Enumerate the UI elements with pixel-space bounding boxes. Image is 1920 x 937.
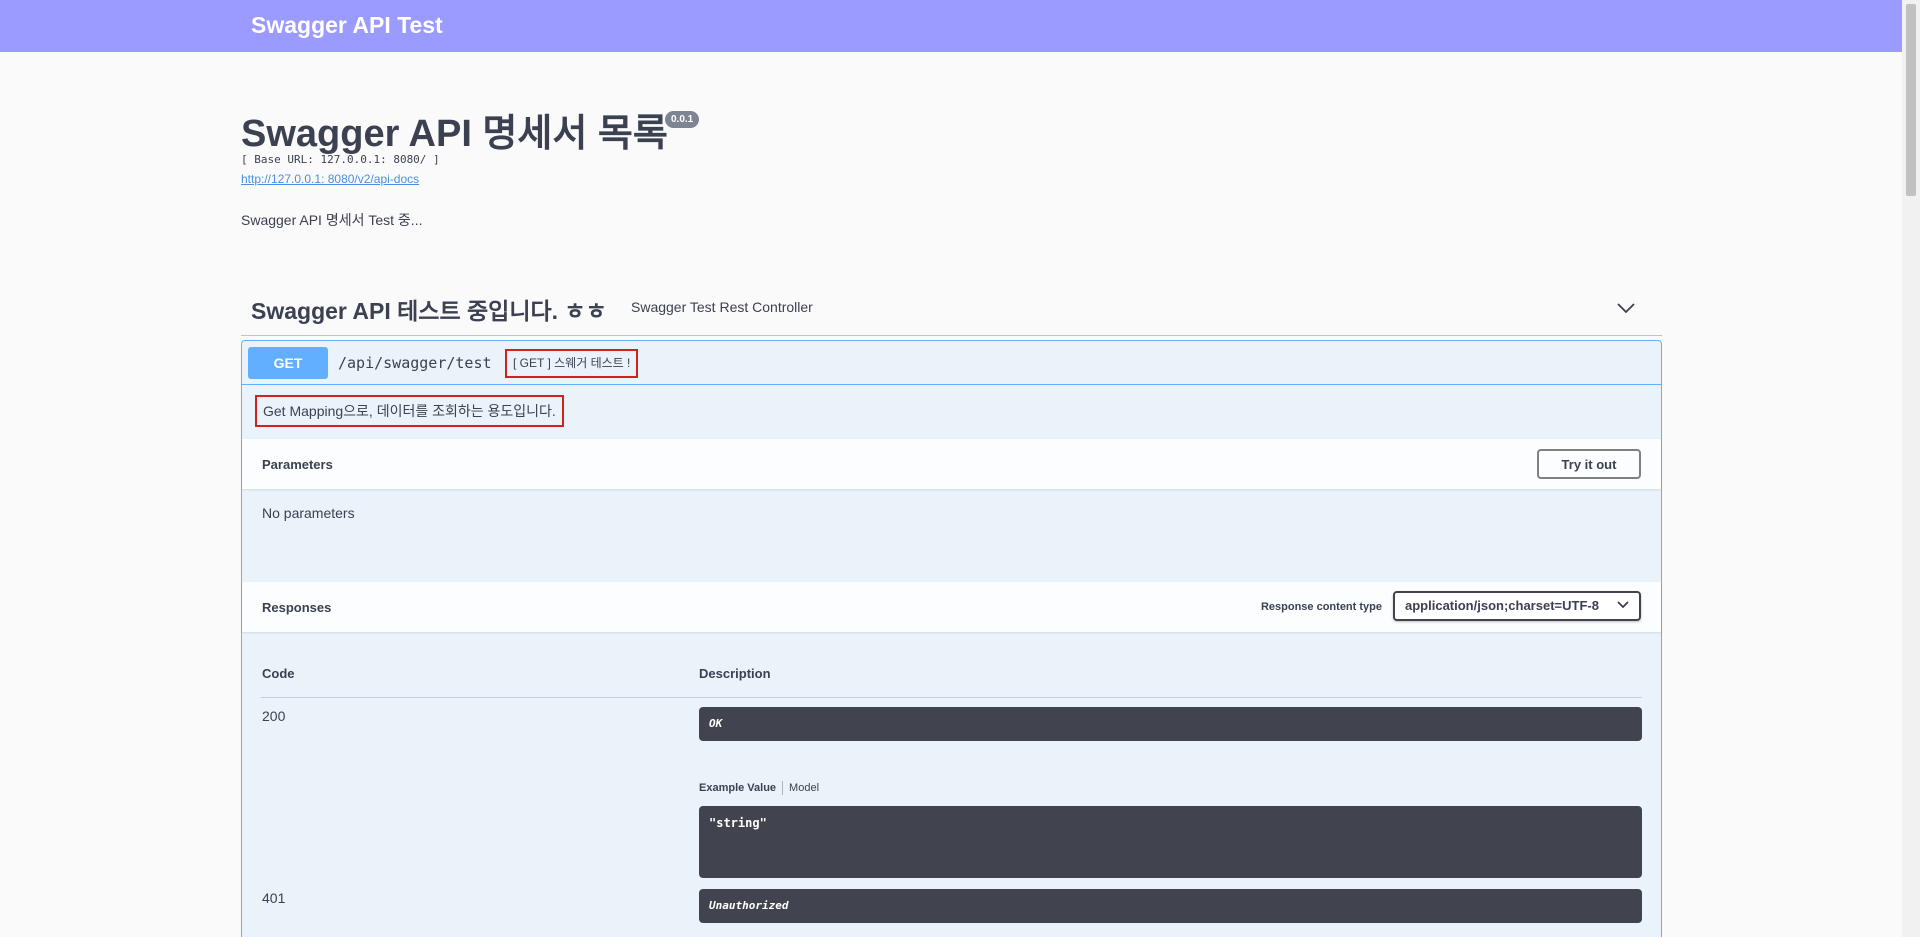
scrollbar-thumb[interactable] bbox=[1906, 4, 1916, 196]
table-divider bbox=[261, 697, 1642, 698]
operation-block: GET /api/swagger/test [ GET ] 스웨거 테스트 ! … bbox=[241, 340, 1662, 937]
tab-divider bbox=[782, 781, 784, 795]
topbar: Swagger API Test bbox=[0, 0, 1902, 52]
method-badge: GET bbox=[248, 347, 328, 379]
example-value-box: "string" bbox=[699, 806, 1642, 878]
tag-name: Swagger API 테스트 중입니다. ㅎㅎ bbox=[251, 298, 607, 324]
tab-model[interactable]: Model bbox=[789, 782, 819, 794]
tag-section-header[interactable]: Swagger API 테스트 중입니다. ㅎㅎ Swagger Test Re… bbox=[241, 284, 1662, 336]
response-content-type-label: Response content type bbox=[1260, 601, 1382, 613]
try-it-out-button[interactable]: Try it out bbox=[1537, 449, 1641, 479]
parameters-title: Parameters bbox=[262, 457, 333, 472]
tag-description: Swagger Test Rest Controller bbox=[631, 299, 813, 315]
response-code: 200 bbox=[262, 708, 286, 724]
responses-header: Responses Response content type applicat… bbox=[242, 582, 1661, 632]
response-content-type-value: application/json;charset=UTF-8 bbox=[1405, 598, 1599, 613]
tab-example-value[interactable]: Example Value bbox=[699, 782, 776, 794]
base-url: [ Base URL: 127.0.0.1: 8080/ ] bbox=[241, 153, 440, 166]
operation-path: /api/swagger/test bbox=[338, 354, 492, 372]
topbar-title[interactable]: Swagger API Test bbox=[251, 12, 443, 39]
chevron-down-icon[interactable] bbox=[1616, 298, 1636, 318]
vertical-scrollbar[interactable] bbox=[1902, 0, 1920, 937]
operation-summary-bar[interactable]: GET /api/swagger/test [ GET ] 스웨거 테스트 ! bbox=[242, 341, 1661, 385]
parameters-header: Parameters Try it out bbox=[242, 439, 1661, 489]
api-description: Swagger API 명세서 Test 중... bbox=[241, 212, 423, 228]
operation-summary: [ GET ] 스웨거 테스트 ! bbox=[505, 349, 639, 378]
operation-description: Get Mapping으로, 데이터를 조회하는 용도입니다. bbox=[255, 395, 564, 427]
response-content-type-select[interactable]: application/json;charset=UTF-8 bbox=[1393, 591, 1641, 621]
response-code: 401 bbox=[262, 890, 286, 906]
column-header-code: Code bbox=[262, 666, 295, 681]
page-title: Swagger API 명세서 목록 bbox=[241, 113, 668, 155]
responses-title: Responses bbox=[262, 600, 332, 615]
column-header-description: Description bbox=[699, 666, 771, 681]
example-tabs: Example Value Model bbox=[699, 781, 819, 795]
chevron-down-icon bbox=[1617, 601, 1629, 609]
version-badge: 0.0.1 bbox=[665, 111, 700, 128]
api-docs-link[interactable]: http://127.0.0.1: 8080/v2/api-docs bbox=[241, 172, 419, 186]
no-parameters-text: No parameters bbox=[262, 505, 355, 521]
response-description: OK bbox=[699, 707, 1642, 741]
response-description: Unauthorized bbox=[699, 889, 1642, 923]
